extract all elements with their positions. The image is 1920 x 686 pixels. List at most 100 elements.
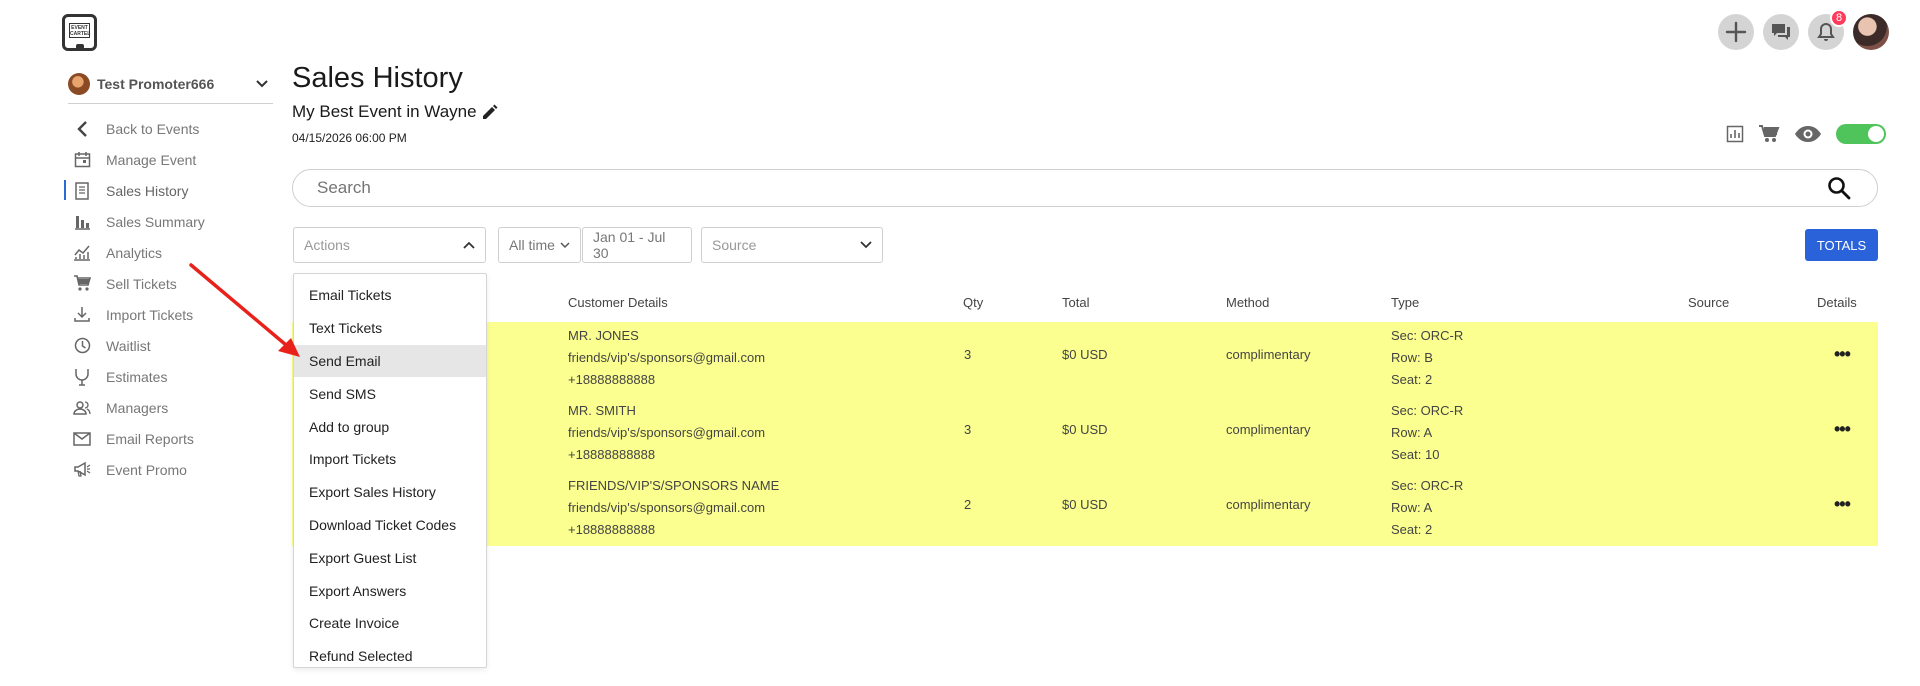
customer-phone: +18888888888 — [568, 447, 656, 462]
total-cell: $0 USD — [1062, 497, 1108, 512]
table-row[interactable]: MR. JONES friends/vip's/sponsors@gmail.c… — [292, 322, 1878, 397]
menu-item-export-answers[interactable]: Export Answers — [294, 574, 486, 607]
sidebar-item-label: Event Promo — [106, 461, 187, 478]
seat-section: Sec: ORC-R — [1391, 478, 1464, 493]
customer-email: friends/vip's/sponsors@gmail.com — [568, 500, 766, 515]
menu-item-send-sms[interactable]: Send SMS — [294, 377, 486, 410]
sidebar-item-managers[interactable]: Managers — [64, 392, 274, 423]
seat-number: Seat: 10 — [1391, 447, 1440, 462]
more-options-icon[interactable]: ••• — [1834, 419, 1851, 440]
time-value: All time — [509, 237, 555, 253]
sidebar-item-manage-event[interactable]: Manage Event — [64, 144, 274, 175]
add-button[interactable] — [1718, 14, 1754, 50]
date-range-picker[interactable]: Jan 01 - Jul 30 — [582, 227, 692, 263]
sales-table-body: MR. JONES friends/vip's/sponsors@gmail.c… — [292, 322, 1878, 546]
column-total[interactable]: Total — [1062, 295, 1089, 310]
visibility-toggle[interactable] — [1836, 124, 1886, 144]
column-details[interactable]: Details — [1817, 295, 1857, 310]
sidebar-item-label: Sales Summary — [106, 213, 205, 230]
more-options-icon[interactable]: ••• — [1834, 494, 1851, 515]
customer-name: FRIENDS/VIP'S/SPONSORS NAME — [568, 478, 780, 493]
messages-button[interactable] — [1763, 14, 1799, 50]
people-icon — [72, 398, 92, 418]
table-row[interactable]: MR. SMITH friends/vip's/sponsors@gmail.c… — [292, 397, 1878, 472]
more-options-icon[interactable]: ••• — [1834, 344, 1851, 365]
table-row[interactable]: FRIENDS/VIP'S/SPONSORS NAME friends/vip'… — [292, 472, 1878, 547]
menu-item-send-email[interactable]: Send Email — [294, 344, 486, 378]
sidebar-item-label: Email Reports — [106, 430, 194, 447]
view-toolbar — [1726, 124, 1886, 144]
sidebar-item-back-to-events[interactable]: Back to Events — [64, 113, 274, 144]
user-avatar[interactable] — [1853, 14, 1889, 50]
column-qty[interactable]: Qty — [963, 295, 983, 310]
time-select[interactable]: All time — [498, 227, 581, 263]
seat-row: Row: A — [1391, 500, 1433, 515]
method-cell: complimentary — [1226, 422, 1311, 437]
actions-select[interactable]: Actions — [293, 227, 486, 263]
column-customer-details[interactable]: Customer Details — [568, 295, 668, 310]
method-cell: complimentary — [1226, 347, 1311, 362]
menu-item-export-sales-history[interactable]: Export Sales History — [294, 476, 486, 509]
promoter-name: Test Promoter666 — [97, 75, 215, 92]
customer-phone: +18888888888 — [568, 372, 656, 387]
actions-menu: Email Tickets Text Tickets Send Email Se… — [293, 273, 487, 668]
source-select[interactable]: Source — [701, 227, 883, 263]
page-title: Sales History — [292, 62, 463, 94]
fork-icon — [72, 367, 92, 387]
column-method[interactable]: Method — [1226, 295, 1269, 310]
column-type[interactable]: Type — [1391, 295, 1419, 310]
sidebar-item-email-reports[interactable]: Email Reports — [64, 423, 274, 454]
date-range-value: Jan 01 - Jul 30 — [593, 229, 666, 261]
menu-item-export-guest-list[interactable]: Export Guest List — [294, 541, 486, 574]
notifications-button[interactable]: 8 — [1808, 9, 1848, 50]
menu-item-download-ticket-codes[interactable]: Download Ticket Codes — [294, 509, 486, 542]
seat-section: Sec: ORC-R — [1391, 403, 1464, 418]
menu-item-email-tickets[interactable]: Email Tickets — [294, 279, 486, 312]
type-cell: Sec: ORC-R Row: B Seat: 2 — [1391, 325, 1463, 391]
sidebar-item-sales-summary[interactable]: Sales Summary — [64, 206, 274, 237]
promoter-selector[interactable]: Test Promoter666 — [68, 72, 273, 104]
sidebar-item-label: Back to Events — [106, 120, 200, 137]
search-bar[interactable] — [292, 169, 1878, 207]
report-icon[interactable] — [1726, 125, 1744, 143]
sidebar-item-label: Waitlist — [106, 337, 151, 354]
pencil-icon[interactable] — [481, 103, 499, 121]
menu-item-text-tickets[interactable]: Text Tickets — [294, 312, 486, 345]
search-icon[interactable] — [1827, 176, 1851, 200]
type-cell: Sec: ORC-R Row: A Seat: 2 — [1391, 475, 1463, 541]
customer-details: MR. SMITH friends/vip's/sponsors@gmail.c… — [568, 400, 765, 466]
chevron-down-icon — [860, 241, 872, 249]
sidebar-item-label: Manage Event — [106, 151, 197, 168]
cart-icon[interactable] — [1758, 124, 1780, 144]
analytics-icon — [72, 243, 92, 263]
sidebar-item-sales-history[interactable]: Sales History — [64, 175, 274, 206]
menu-item-import-tickets[interactable]: Import Tickets — [294, 443, 486, 476]
megaphone-icon — [72, 460, 92, 480]
menu-item-refund-selected[interactable]: Refund Selected — [294, 640, 486, 673]
menu-item-create-invoice[interactable]: Create Invoice — [294, 607, 486, 640]
event-name: My Best Event in Wayne — [292, 102, 477, 121]
total-cell: $0 USD — [1062, 422, 1108, 437]
event-cartel-logo[interactable]: EVENT CARTEL — [62, 14, 97, 51]
table-header: Customer Details Qty Total Method Type S… — [292, 292, 1878, 316]
search-input[interactable] — [317, 178, 1827, 198]
download-icon — [72, 305, 92, 325]
seat-section: Sec: ORC-R — [1391, 328, 1464, 343]
total-cell: $0 USD — [1062, 347, 1108, 362]
bell-icon — [1817, 22, 1835, 41]
menu-item-add-to-group[interactable]: Add to group — [294, 410, 486, 443]
column-source[interactable]: Source — [1688, 295, 1729, 310]
sidebar-item-event-promo[interactable]: Event Promo — [64, 454, 274, 485]
sidebar-item-estimates[interactable]: Estimates — [64, 361, 274, 392]
method-cell: complimentary — [1226, 497, 1311, 512]
plus-icon — [1725, 21, 1747, 43]
totals-button[interactable]: TOTALS — [1805, 229, 1878, 261]
sidebar-item-label: Analytics — [106, 244, 163, 261]
type-cell: Sec: ORC-R Row: A Seat: 10 — [1391, 400, 1463, 466]
notification-badge: 8 — [1830, 9, 1848, 27]
cart-icon — [72, 274, 92, 294]
seat-row: Row: A — [1391, 425, 1433, 440]
chevron-left-icon — [72, 119, 92, 139]
actions-placeholder: Actions — [304, 237, 350, 253]
eye-icon[interactable] — [1794, 125, 1822, 143]
